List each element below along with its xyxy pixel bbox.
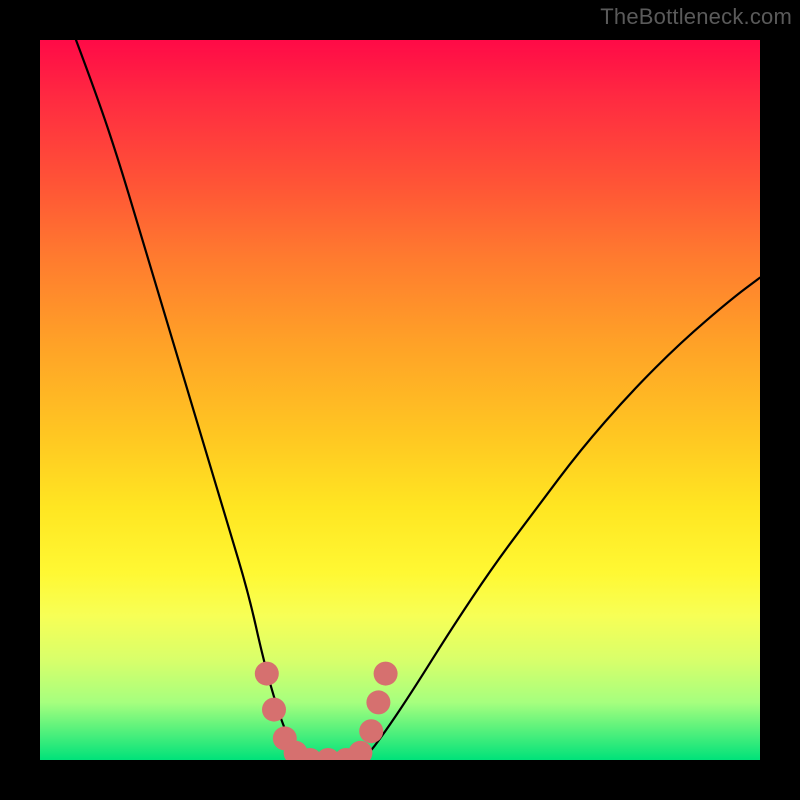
highlight-dot	[255, 662, 279, 686]
watermark-text: TheBottleneck.com	[600, 4, 792, 30]
highlight-dot	[262, 698, 286, 722]
highlight-dot	[366, 690, 390, 714]
chart-stage: TheBottleneck.com	[0, 0, 800, 800]
markers-svg	[40, 40, 760, 760]
highlight-dot	[348, 741, 372, 760]
plot-area	[40, 40, 760, 760]
highlight-dot	[374, 662, 398, 686]
highlight-dot	[359, 719, 383, 743]
highlight-marker-group	[255, 662, 398, 760]
